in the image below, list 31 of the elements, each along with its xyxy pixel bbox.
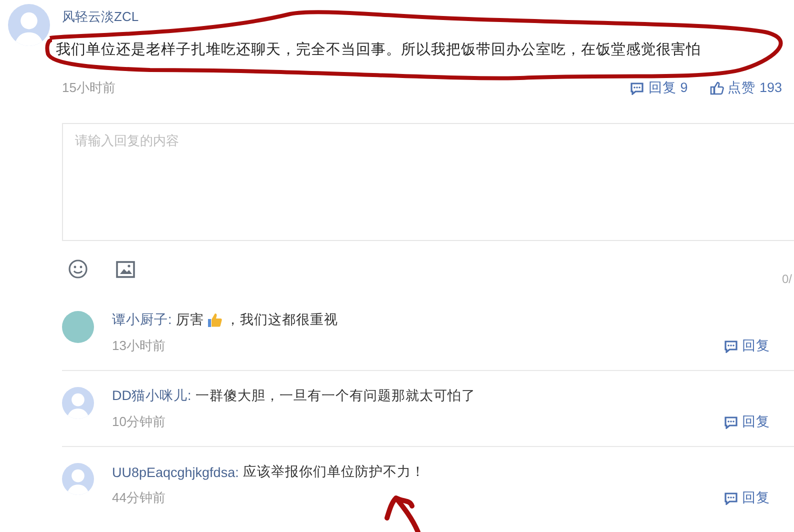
smiley-icon [68, 259, 88, 279]
thumbs-up-icon [206, 312, 223, 328]
comment-icon [724, 492, 738, 504]
user-name-link[interactable]: DD猫小咪儿: [112, 387, 192, 405]
hand-drawn-arrow [384, 496, 420, 532]
comment-icon [724, 416, 738, 428]
reply-input-field[interactable]: 请输入回复的内容 [62, 123, 794, 241]
reply-text: 谭小厨子: 厉害 ，我们这都很重视 [112, 311, 338, 329]
reply-text: DD猫小咪儿: 一群傻大胆，一旦有一个有问题那就太可怕了 [112, 387, 476, 405]
reply-time: 13小时前 [112, 337, 166, 355]
reply-button[interactable]: 回复 [724, 337, 770, 355]
like-button[interactable]: 点赞 193 [710, 79, 782, 97]
reply-text: UU8pEaqcghjkgfdsa: 应该举报你们单位防护不力！ [112, 463, 425, 481]
reply-time: 10分钟前 [112, 413, 166, 431]
thumbs-up-icon [710, 81, 724, 95]
image-icon [116, 260, 135, 278]
image-button[interactable] [116, 260, 135, 278]
reply-time: 44分钟前 [112, 489, 166, 507]
reply-button[interactable]: 回复 [724, 413, 770, 431]
character-counter: 0/ [782, 272, 792, 286]
reply-button[interactable]: 回复 [724, 489, 770, 507]
comment-text: 我们单位还是老样子扎堆吃还聊天，完全不当回事。所以我把饭带回办公室吃，在饭堂感觉很害怕 [56, 40, 702, 59]
user-name-link[interactable]: UU8pEaqcghjkgfdsa: [112, 464, 239, 480]
reply-button[interactable]: 回复 9 [630, 79, 688, 97]
comment-icon [724, 340, 738, 352]
user-name[interactable]: 风轻云淡ZCL [62, 8, 139, 26]
comment-time: 15小时前 [62, 79, 116, 97]
avatar [8, 4, 50, 46]
emoji-button[interactable] [68, 259, 88, 279]
comment-icon [630, 82, 644, 94]
user-name-link[interactable]: 谭小厨子: [112, 311, 172, 329]
